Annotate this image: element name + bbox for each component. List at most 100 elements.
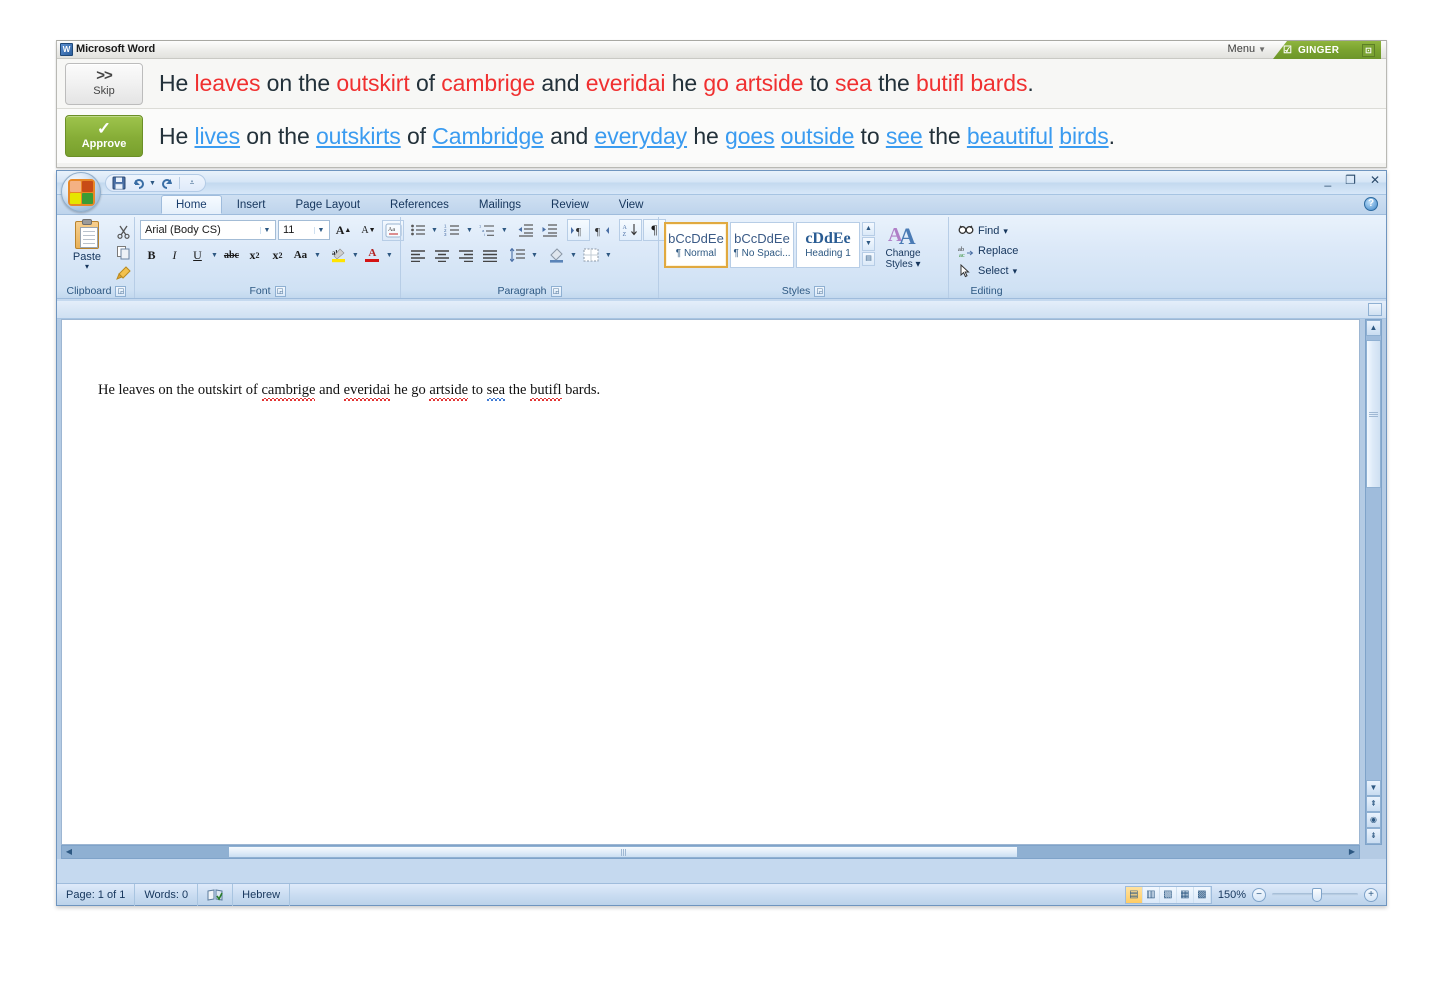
styles-more-icon[interactable]: ▤	[862, 252, 875, 266]
sentence-corrected-word[interactable]: see	[886, 123, 923, 149]
approve-button[interactable]: ✓ Approve	[65, 115, 143, 157]
sentence-corrected-word[interactable]: birds	[1059, 123, 1108, 149]
cut-icon[interactable]	[112, 221, 134, 241]
paragraph-dialog-launcher[interactable]: ◲	[550, 285, 562, 297]
change-case-button[interactable]: Aa	[289, 244, 312, 266]
sentence-error-word[interactable]: leaves	[195, 70, 261, 96]
close-button[interactable]: ✕	[1370, 174, 1380, 186]
styles-dialog-launcher[interactable]: ◲	[814, 285, 826, 297]
font-name-combo[interactable]: Arial (Body CS) ▼	[140, 220, 276, 240]
sentence-corrected-word[interactable]: outside	[781, 123, 855, 149]
vertical-scrollbar[interactable]: ▲ ▼ ⇞ ◉ ⇟	[1365, 319, 1382, 845]
tab-home[interactable]: Home	[161, 195, 222, 214]
tab-mailings[interactable]: Mailings	[464, 195, 536, 214]
clipboard-dialog-launcher[interactable]: ◲	[115, 285, 127, 297]
doc-misspelled-word[interactable]: cambrige	[262, 382, 316, 400]
chevron-down-icon[interactable]: ▼	[312, 252, 323, 259]
doc-misspelled-word[interactable]: everidai	[344, 382, 391, 400]
font-size-combo[interactable]: 11 ▼	[278, 220, 330, 240]
sentence-error-word[interactable]: outskirt	[336, 70, 409, 96]
horizontal-scroll-track[interactable]	[76, 846, 1345, 858]
ginger-brand-tab[interactable]: ☑ GINGER ⊡	[1273, 41, 1381, 59]
bullets-button[interactable]	[406, 219, 429, 241]
style-item-3[interactable]: cDdEe Heading 1	[796, 222, 860, 268]
zoom-in-button[interactable]: +	[1364, 887, 1378, 902]
styles-scroll-down-icon[interactable]: ▼	[862, 237, 875, 251]
sentence-corrected-word[interactable]: beautiful	[967, 123, 1053, 149]
word-count[interactable]: Words: 0	[135, 883, 199, 906]
sentence-corrected-word[interactable]: lives	[195, 123, 241, 149]
rtl-text-direction-button[interactable]: ¶	[591, 219, 614, 241]
zoom-out-button[interactable]: −	[1252, 887, 1266, 902]
select-button[interactable]: Select ▾	[954, 262, 1021, 280]
align-center-button[interactable]	[430, 244, 453, 266]
next-page-icon[interactable]: ⇟	[1366, 828, 1381, 844]
increase-indent-button[interactable]	[539, 219, 562, 241]
chevron-down-icon[interactable]: ▼	[529, 252, 540, 259]
doc-misspelled-word[interactable]: artside	[429, 382, 468, 400]
chevron-down-icon[interactable]: ▼	[209, 252, 220, 259]
shrink-font-button[interactable]: A ▼	[357, 219, 380, 241]
sentence-corrected-word[interactable]: everyday	[595, 123, 688, 149]
scroll-down-icon[interactable]: ▼	[1366, 780, 1381, 796]
sort-button[interactable]: AZ	[618, 219, 642, 241]
grow-font-button[interactable]: A ▲	[332, 219, 355, 241]
minimize-button[interactable]: _	[1324, 174, 1331, 186]
previous-page-icon[interactable]: ⇞	[1366, 796, 1381, 812]
chevron-down-icon[interactable]: ▼	[603, 252, 614, 259]
doc-misspelled-word[interactable]: butifl	[530, 382, 561, 400]
view-button-draft[interactable]: ▩	[1194, 886, 1211, 903]
scroll-up-icon[interactable]: ▲	[1366, 320, 1381, 336]
split-window-handle[interactable]	[1368, 303, 1382, 316]
italic-button[interactable]: I	[163, 244, 186, 266]
chevron-down-icon[interactable]: ▼	[384, 252, 395, 259]
zoom-slider[interactable]	[1272, 887, 1358, 902]
language-indicator[interactable]: Hebrew	[233, 883, 291, 906]
change-styles-button[interactable]: A A Change Styles ▾	[878, 222, 928, 270]
view-button-web-layout[interactable]: ▧	[1160, 886, 1177, 903]
help-icon[interactable]: ?	[1364, 197, 1378, 211]
document-page[interactable]: He leaves on the outskirt of cambrige an…	[61, 319, 1360, 845]
skip-button[interactable]: >> Skip	[65, 62, 143, 105]
decrease-indent-button[interactable]	[515, 219, 538, 241]
numbering-button[interactable]: 123	[441, 219, 464, 241]
vertical-scroll-thumb[interactable]	[1366, 340, 1381, 488]
replace-button[interactable]: ab ac Replace	[954, 242, 1022, 260]
undo-dropdown-icon[interactable]: ▼	[148, 175, 157, 191]
strikethrough-button[interactable]: abc	[220, 244, 243, 266]
chevron-down-icon[interactable]: ▼	[429, 227, 440, 234]
scroll-left-icon[interactable]: ◀	[62, 846, 76, 858]
chevron-down-icon[interactable]: ▼	[568, 252, 579, 259]
paste-button[interactable]: Paste ▾	[64, 219, 110, 283]
chevron-down-icon[interactable]: ▼	[260, 226, 273, 234]
doc-misspelled-word[interactable]: sea	[487, 382, 506, 398]
tab-page-layout[interactable]: Page Layout	[280, 195, 375, 214]
align-left-button[interactable]	[406, 244, 429, 266]
tab-insert[interactable]: Insert	[222, 195, 281, 214]
undo-icon[interactable]	[129, 175, 147, 191]
format-painter-icon[interactable]	[112, 263, 134, 283]
chevron-down-icon[interactable]: ▼	[464, 227, 475, 234]
font-dialog-launcher[interactable]: ◲	[274, 285, 286, 297]
sentence-error-word[interactable]: everidai	[586, 70, 666, 96]
ltr-text-direction-button[interactable]: ¶	[566, 219, 590, 241]
select-browse-object-icon[interactable]: ◉	[1366, 812, 1381, 828]
line-spacing-button[interactable]	[506, 244, 529, 266]
tab-review[interactable]: Review	[536, 195, 604, 214]
office-button[interactable]	[61, 172, 101, 212]
chevron-down-icon[interactable]: ▼	[314, 226, 327, 234]
shading-button[interactable]	[545, 244, 568, 266]
redo-icon[interactable]	[158, 175, 176, 191]
restore-button[interactable]: ❐	[1345, 174, 1356, 186]
sentence-corrected-word[interactable]: outskirts	[316, 123, 401, 149]
text-highlight-button[interactable]: ab	[327, 244, 350, 266]
font-color-button[interactable]: A	[361, 244, 384, 266]
view-button-outline[interactable]: ▦	[1177, 886, 1194, 903]
sentence-error-word[interactable]: cambrige	[441, 70, 535, 96]
proofing-status[interactable]	[198, 883, 234, 906]
tab-references[interactable]: References	[375, 195, 464, 214]
style-item-1[interactable]: bCcDdEe ¶ Normal	[664, 222, 728, 268]
bold-button[interactable]: B	[140, 244, 163, 266]
ginger-minimize-icon[interactable]: ⊡	[1362, 43, 1375, 57]
align-right-button[interactable]	[454, 244, 477, 266]
